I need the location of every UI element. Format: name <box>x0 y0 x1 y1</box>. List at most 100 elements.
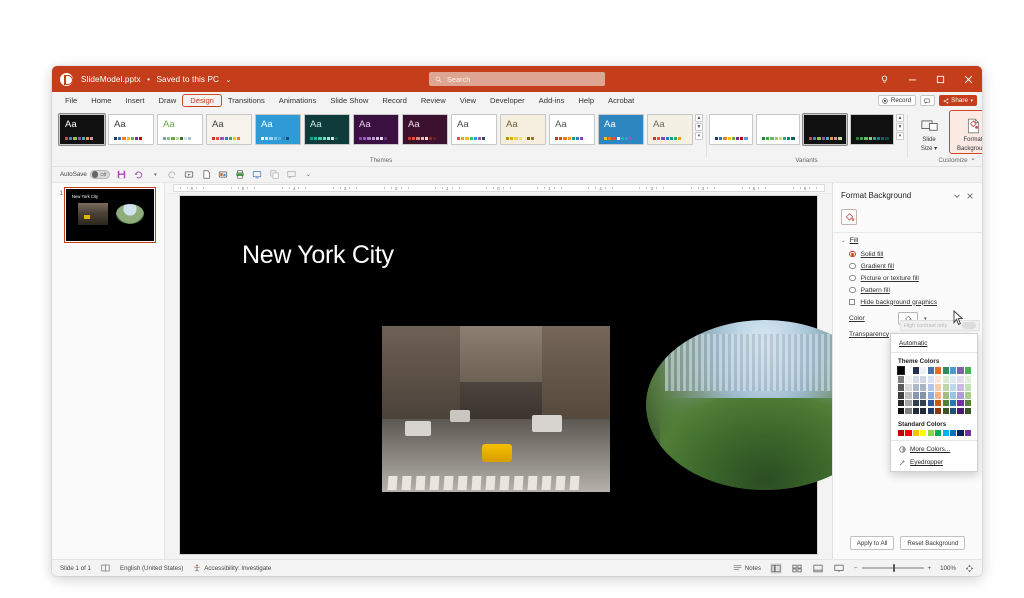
tab-add-ins[interactable]: Add-ins <box>532 95 572 106</box>
theme-item-1[interactable]: Aa <box>108 114 154 145</box>
color-swatch[interactable] <box>935 376 942 383</box>
color-swatch[interactable] <box>920 399 927 407</box>
color-swatch[interactable] <box>927 367 934 374</box>
color-swatch[interactable] <box>949 399 957 407</box>
theme-item-12[interactable]: Aa <box>647 114 693 145</box>
color-swatch[interactable] <box>912 429 919 437</box>
themes-scroll-controls[interactable]: ▲ ▼ ▾ <box>695 111 703 140</box>
theme-item-6[interactable]: Aa <box>353 114 399 145</box>
search-input[interactable]: Search <box>429 72 605 86</box>
theme-item-8[interactable]: Aa <box>451 114 497 145</box>
high-contrast-switch[interactable] <box>962 322 976 329</box>
notes-button[interactable]: Notes <box>733 564 761 572</box>
themes-gallery[interactable]: Aa Aa Aa Aa Aa Aa Aa Aa Aa Aa Aa Aa Aa <box>58 111 693 146</box>
color-swatch[interactable] <box>964 367 971 374</box>
eyedropper-item[interactable]: Eyedropper <box>891 456 977 469</box>
solid-fill-radio[interactable] <box>849 250 856 258</box>
pattern-fill-option[interactable]: Pattern fill <box>833 284 982 296</box>
color-swatch[interactable] <box>964 384 971 391</box>
close-button[interactable] <box>954 66 982 92</box>
automatic-color-item[interactable]: Automatic <box>891 337 977 350</box>
color-swatch[interactable] <box>949 391 957 399</box>
color-swatch[interactable] <box>898 384 905 391</box>
print-icon[interactable] <box>235 169 246 180</box>
color-swatch[interactable] <box>935 391 942 399</box>
color-swatch[interactable] <box>942 384 949 391</box>
color-swatch[interactable] <box>920 391 927 399</box>
language-indicator[interactable]: English (United States) <box>120 565 183 572</box>
fit-to-window-icon[interactable] <box>965 564 974 573</box>
color-swatch[interactable] <box>898 391 905 399</box>
color-swatch[interactable] <box>927 391 934 399</box>
color-dropdown-menu[interactable]: High contrast only Automatic Theme Color… <box>890 320 980 473</box>
theme-item-10[interactable]: Aa <box>549 114 595 145</box>
zoom-out-button[interactable]: − <box>854 565 858 572</box>
comments-button[interactable] <box>919 95 935 106</box>
theme-item-2[interactable]: Aa <box>157 114 203 145</box>
color-swatch[interactable] <box>942 407 949 415</box>
variant-item-2[interactable] <box>802 113 848 146</box>
theme-item-7[interactable]: Aa <box>402 114 448 145</box>
color-swatch[interactable] <box>927 384 934 391</box>
tab-animations[interactable]: Animations <box>272 95 324 106</box>
theme-item-0[interactable]: Aa <box>58 113 106 146</box>
color-swatch[interactable] <box>935 367 942 374</box>
color-swatch[interactable] <box>935 399 942 407</box>
tab-developer[interactable]: Developer <box>483 95 532 106</box>
customize-qat-caret-icon[interactable]: ⌄ <box>303 169 314 180</box>
color-swatch[interactable] <box>912 384 919 391</box>
color-swatch[interactable] <box>927 399 934 407</box>
variant-item-3[interactable] <box>850 114 894 145</box>
hide-background-graphics-checkbox[interactable] <box>849 298 856 306</box>
color-swatch[interactable] <box>942 376 949 383</box>
comment-icon[interactable] <box>286 169 297 180</box>
fill-tab[interactable] <box>841 209 857 225</box>
tab-review[interactable]: Review <box>414 95 453 106</box>
solid-fill-option[interactable]: Solid fill <box>833 248 982 260</box>
undo-icon[interactable] <box>133 169 144 180</box>
slide-editor[interactable]: New York City <box>180 196 884 554</box>
color-swatch[interactable] <box>905 367 912 374</box>
color-swatch[interactable] <box>927 376 934 383</box>
color-swatch[interactable] <box>942 367 949 374</box>
tab-design[interactable]: Design <box>182 94 222 107</box>
theme-item-5[interactable]: Aa <box>304 114 350 145</box>
slide-count[interactable]: Slide 1 of 1 <box>60 565 91 572</box>
chevron-down-icon[interactable]: ⌄ <box>225 77 231 84</box>
variants-scroll-up-button[interactable]: ▲ <box>896 114 904 122</box>
color-swatch[interactable] <box>905 376 912 383</box>
color-swatch[interactable] <box>964 407 971 415</box>
color-swatch[interactable] <box>949 376 957 383</box>
color-swatch[interactable] <box>949 407 957 415</box>
tab-draw[interactable]: Draw <box>152 95 184 106</box>
themes-scroll-up-button[interactable]: ▲ <box>695 114 703 122</box>
start-from-beginning-icon[interactable] <box>184 169 195 180</box>
zoom-slider[interactable]: − + <box>854 564 931 573</box>
color-swatch[interactable] <box>905 391 912 399</box>
gradient-fill-option[interactable]: Gradient fill <box>833 260 982 272</box>
apply-to-all-button[interactable]: Apply to All <box>849 536 895 550</box>
theme-item-11[interactable]: Aa <box>598 114 644 145</box>
tab-view[interactable]: View <box>453 95 483 106</box>
color-swatch[interactable] <box>935 384 942 391</box>
manhattan-street-photo[interactable] <box>382 326 610 492</box>
color-swatch[interactable] <box>957 391 964 399</box>
more-colors-item[interactable]: More Colors... <box>891 443 977 456</box>
color-swatch[interactable] <box>964 429 971 437</box>
theme-item-9[interactable]: Aa <box>500 114 546 145</box>
themes-scroll-down-button[interactable]: ▼ <box>695 123 703 131</box>
variant-item-1[interactable] <box>756 114 800 145</box>
slide-size-button[interactable]: Slide Size ▾ <box>910 111 948 153</box>
color-swatch[interactable] <box>896 365 906 376</box>
high-contrast-toggle[interactable]: High contrast only <box>900 320 980 331</box>
tab-acrobat[interactable]: Acrobat <box>601 95 641 106</box>
color-swatch[interactable] <box>942 429 949 437</box>
color-swatch[interactable] <box>905 399 912 407</box>
color-swatch[interactable] <box>957 407 964 415</box>
autosave-toggle[interactable]: Off <box>89 170 110 179</box>
color-swatch[interactable] <box>949 384 957 391</box>
color-swatch[interactable] <box>964 376 971 383</box>
gradient-fill-radio[interactable] <box>849 262 856 270</box>
variants-gallery[interactable] <box>709 111 894 146</box>
autosave-control[interactable]: AutoSave Off <box>60 170 110 179</box>
